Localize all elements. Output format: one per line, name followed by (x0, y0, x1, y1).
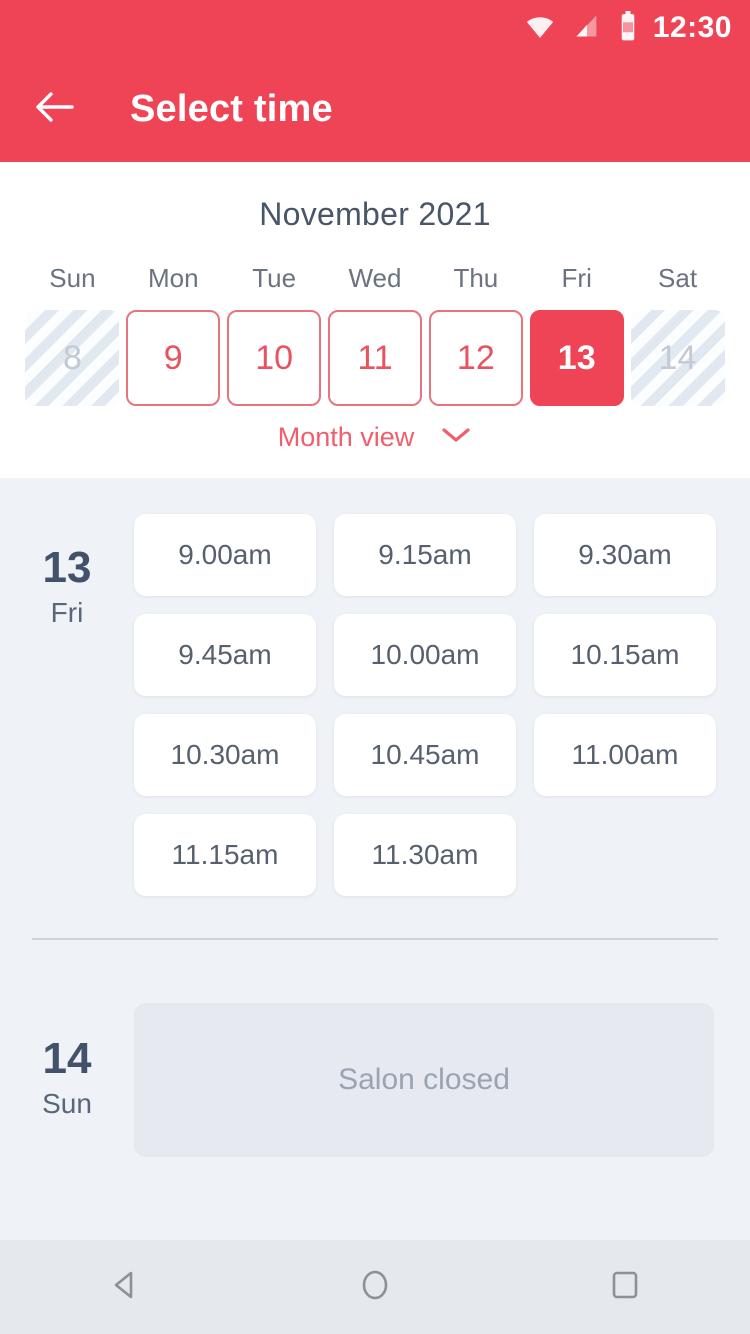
month-view-toggle[interactable]: Month view (0, 422, 750, 453)
calendar-day-cell-selected[interactable]: 13 (529, 310, 624, 406)
battery-icon (619, 10, 637, 46)
nav-back-button[interactable] (70, 1240, 180, 1334)
weekday-label: Sun (49, 263, 96, 293)
calendar-day-cell[interactable]: 9 (126, 310, 221, 406)
schedule-day-group: 13 Fri 9.00am 9.15am 9.30am 9.45am 10.00… (0, 478, 750, 896)
schedule-list[interactable]: 13 Fri 9.00am 9.15am 9.30am 9.45am 10.00… (0, 478, 750, 1240)
calendar-day-cell[interactable]: 10 (227, 310, 322, 406)
schedule-day-number: 14 (42, 1034, 92, 1083)
phone-screen: 12:30 Select time November 2021 Sun Mon … (0, 0, 750, 1334)
calendar-day-cell: 8 (25, 310, 120, 406)
weekday-label: Sat (658, 263, 698, 293)
home-nav-icon (355, 1265, 395, 1310)
time-slot-button[interactable]: 9.45am (134, 614, 316, 696)
back-arrow-icon (34, 90, 74, 129)
wifi-icon (525, 11, 555, 46)
schedule-day-group: 14 Sun Salon closed (0, 940, 750, 1157)
time-slot-button[interactable]: 9.00am (134, 514, 316, 596)
time-slot-button[interactable]: 9.30am (534, 514, 716, 596)
calendar-panel: November 2021 Sun Mon Tue Wed Thu Fri Sa… (0, 162, 750, 478)
time-slot-button[interactable]: 10.00am (334, 614, 516, 696)
nav-home-button[interactable] (320, 1240, 430, 1334)
app-bar: Select time (0, 56, 750, 162)
status-bar: 12:30 (0, 0, 750, 56)
time-slot-button[interactable]: 11.00am (534, 714, 716, 796)
status-clock: 12:30 (652, 11, 732, 44)
chevron-down-icon (440, 425, 472, 450)
calendar-month-title: November 2021 (259, 196, 491, 232)
weekday-label: Mon (147, 263, 199, 293)
month-view-label: Month view (277, 422, 415, 452)
back-nav-icon (105, 1265, 145, 1310)
status-icons (525, 10, 637, 46)
weekday-label: Tue (252, 263, 297, 293)
page-title: Select time (130, 87, 333, 130)
schedule-day-weekday: Fri (50, 596, 84, 628)
time-slot-grid: 9.00am 9.15am 9.30am 9.45am 10.00am 10.1… (134, 514, 750, 896)
schedule-day-weekday: Sun (42, 1087, 92, 1119)
calendar-day-cell[interactable]: 11 (327, 310, 422, 406)
schedule-day-number: 13 (42, 543, 92, 592)
calendar-day-cell: 14 (630, 310, 725, 406)
time-slot-button[interactable]: 10.15am (534, 614, 716, 696)
time-slot-button[interactable]: 10.45am (334, 714, 516, 796)
back-button[interactable] (26, 81, 82, 137)
weekday-label: Wed (348, 263, 402, 293)
recents-nav-icon (605, 1265, 645, 1310)
signal-icon (573, 12, 601, 45)
calendar-day-cell[interactable]: 12 (428, 310, 523, 406)
time-slot-button[interactable]: 10.30am (134, 714, 316, 796)
time-slot-button[interactable]: 11.30am (334, 814, 516, 896)
time-slot-button[interactable]: 11.15am (134, 814, 316, 896)
calendar-day-row: 8 9 10 11 12 13 14 (0, 310, 750, 406)
schedule-day-label: 13 Fri (0, 514, 134, 896)
weekday-label: Fri (561, 263, 592, 293)
calendar-weekday-header: Sun Mon Tue Wed Thu Fri Sat (0, 263, 750, 294)
salon-closed-banner: Salon closed (134, 1003, 714, 1157)
time-slot-button[interactable]: 9.15am (334, 514, 516, 596)
weekday-label: Thu (453, 263, 499, 293)
android-nav-bar (0, 1240, 750, 1334)
nav-recents-button[interactable] (570, 1240, 680, 1334)
schedule-day-label: 14 Sun (0, 1003, 134, 1157)
